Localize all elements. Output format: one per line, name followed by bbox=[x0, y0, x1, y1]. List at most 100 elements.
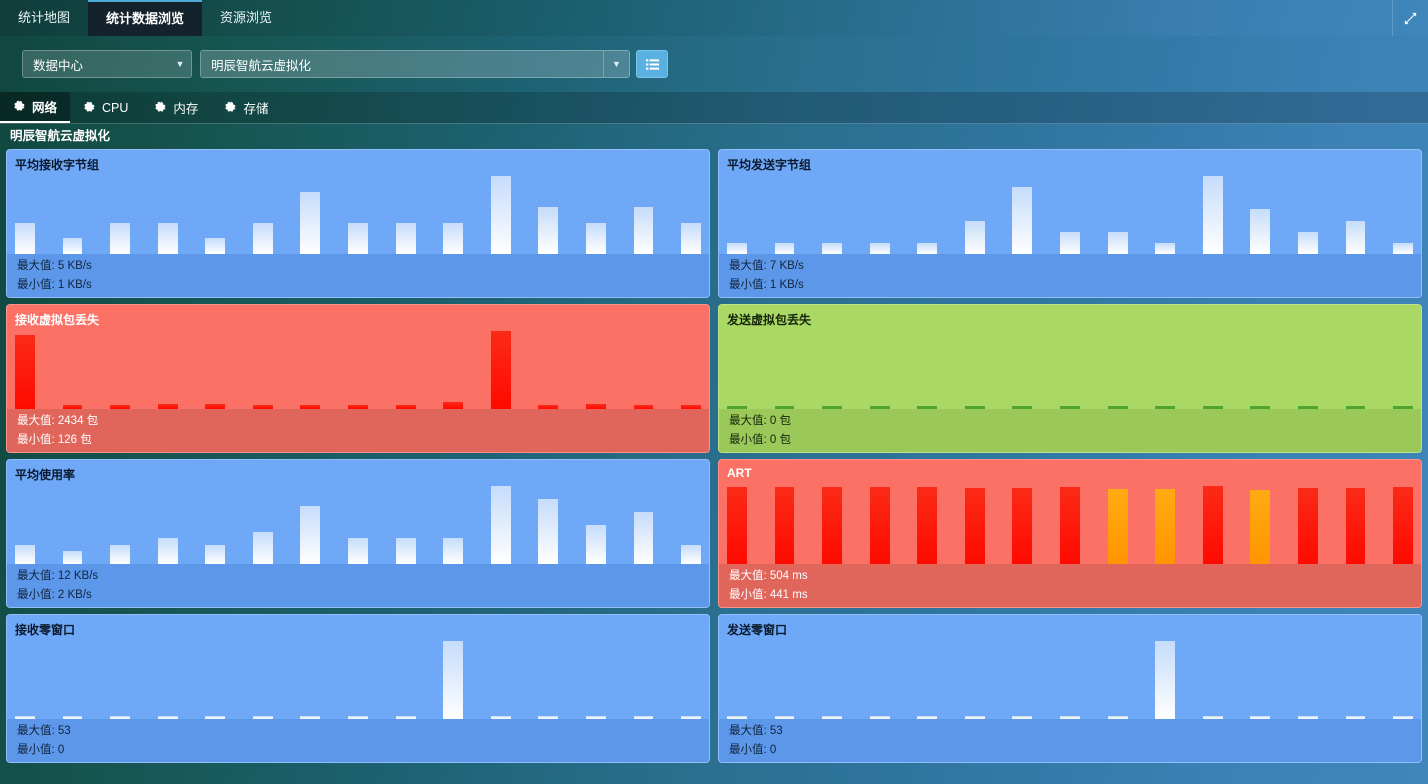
metric-panel-send-zero-window[interactable]: 发送零窗口 最大值: 53 最小值: 0 bbox=[718, 614, 1422, 763]
bar bbox=[681, 716, 701, 719]
bar-series-recv-virtual-packet-loss bbox=[15, 327, 701, 409]
bar bbox=[964, 716, 985, 719]
panel-title: 接收零窗口 bbox=[15, 623, 76, 637]
bar bbox=[443, 222, 464, 254]
chart-area-art: ART bbox=[719, 460, 1421, 564]
tab-metric-cpu-label: CPU bbox=[102, 100, 129, 115]
bar bbox=[490, 716, 511, 719]
bar bbox=[1012, 716, 1033, 719]
bar bbox=[774, 486, 795, 564]
bar bbox=[681, 222, 701, 254]
tab-metric-memory-label: 内存 bbox=[173, 102, 199, 116]
tab-metric-memory[interactable]: 内存 bbox=[141, 92, 211, 123]
chart-area-recv-virtual-packet-loss: 接收虚拟包丢失 bbox=[7, 305, 709, 409]
tab-metric-storage[interactable]: 存储 bbox=[211, 92, 281, 123]
metric-panel-avg-recv-bytes[interactable]: 平均接收字节组 最大值: 5 KB/s 最小值: 1 KB/s bbox=[6, 149, 710, 298]
bar bbox=[490, 331, 511, 409]
bar bbox=[1012, 187, 1033, 254]
list-view-icon[interactable] bbox=[636, 50, 668, 78]
metric-panel-recv-virtual-packet-loss[interactable]: 接收虚拟包丢失 最大值: 2434 包最小值: 126 包 bbox=[6, 304, 710, 453]
bar bbox=[252, 716, 273, 719]
panel-title: 平均使用率 bbox=[15, 468, 76, 482]
metric-panel-avg-usage-rate[interactable]: 平均使用率 最大值: 12 KB/s 最小值: 2 KB/s bbox=[6, 459, 710, 608]
min-value-label: 最小值: 0 bbox=[729, 744, 777, 756]
bar bbox=[1297, 716, 1318, 719]
bar bbox=[1345, 488, 1366, 564]
bar bbox=[633, 716, 654, 719]
min-value-label: 最小值: 0 bbox=[17, 744, 65, 756]
max-value-label: 最大值: 0 包 bbox=[729, 415, 791, 427]
bar bbox=[1155, 242, 1176, 254]
bar bbox=[774, 406, 795, 409]
tab-statistics-map[interactable]: 统计地图 bbox=[0, 0, 88, 36]
bar-series-avg-send-bytes bbox=[727, 172, 1413, 254]
bar bbox=[964, 406, 985, 409]
bar bbox=[1107, 406, 1128, 409]
bar bbox=[917, 406, 938, 409]
bar bbox=[1060, 231, 1080, 254]
bar bbox=[1155, 406, 1176, 409]
bar bbox=[443, 402, 464, 409]
bar bbox=[300, 191, 321, 254]
bar bbox=[348, 222, 368, 254]
bar bbox=[62, 551, 83, 564]
datacenter-dropdown[interactable]: 数据中心 ▼ bbox=[22, 50, 192, 78]
bar bbox=[917, 486, 938, 564]
tab-metric-cpu[interactable]: CPU bbox=[70, 92, 141, 123]
bar bbox=[1345, 716, 1366, 719]
bar bbox=[1202, 486, 1223, 564]
bar bbox=[157, 716, 178, 719]
chart-area-send-zero-window: 发送零窗口 bbox=[719, 615, 1421, 719]
object-dropdown[interactable]: 明辰智航云虚拟化 ▼ bbox=[200, 50, 630, 78]
max-value-label: 最大值: 2434 包 bbox=[17, 415, 99, 427]
chevron-down-icon: ▼ bbox=[175, 59, 185, 69]
max-value-label: 最大值: 5 KB/s bbox=[17, 260, 92, 272]
bar bbox=[681, 404, 701, 409]
metric-panel-art[interactable]: ART 最大值: 504 ms 最小值: 441 ms bbox=[718, 459, 1422, 608]
expand-diagonal-icon[interactable] bbox=[1392, 0, 1428, 36]
bar bbox=[110, 716, 131, 719]
bar bbox=[443, 538, 464, 564]
bar bbox=[1202, 176, 1223, 254]
tab-resource-browse[interactable]: 资源浏览 bbox=[202, 0, 290, 36]
metric-panel-avg-send-bytes[interactable]: 平均发送字节组 最大值: 7 KB/s 最小值: 1 KB/s bbox=[718, 149, 1422, 298]
bar bbox=[110, 404, 131, 409]
bar bbox=[1297, 488, 1318, 564]
tab-metric-network[interactable]: 网络 bbox=[0, 92, 71, 123]
bar bbox=[1345, 220, 1366, 254]
bar-series-avg-recv-bytes bbox=[15, 172, 701, 254]
chart-area-avg-recv-bytes: 平均接收字节组 bbox=[7, 150, 709, 254]
bar-series-send-virtual-packet-loss bbox=[727, 327, 1413, 409]
bar bbox=[727, 242, 747, 254]
bar bbox=[869, 406, 890, 409]
bar bbox=[1107, 231, 1128, 254]
bar bbox=[157, 222, 178, 254]
window-tab-bar: 统计地图 统计数据浏览 资源浏览 bbox=[0, 0, 1428, 36]
bar bbox=[15, 222, 35, 254]
bar bbox=[538, 404, 559, 409]
panel-title: 平均发送字节组 bbox=[727, 158, 812, 172]
bar bbox=[822, 716, 843, 719]
metric-panel-send-virtual-packet-loss[interactable]: 发送虚拟包丢失 最大值: 0 包最小值: 0 包 bbox=[718, 304, 1422, 453]
bar bbox=[633, 405, 654, 409]
bar bbox=[252, 222, 273, 254]
max-value-label: 最大值: 53 bbox=[17, 725, 71, 737]
tab-metric-network-label: 网络 bbox=[32, 101, 58, 115]
tab-statistics-data-browse[interactable]: 统计数据浏览 bbox=[88, 0, 203, 36]
bar bbox=[1012, 488, 1033, 564]
bar bbox=[1250, 406, 1271, 409]
bar bbox=[774, 242, 795, 254]
metric-panel-grid: 平均接收字节组 最大值: 5 KB/s 最小值: 1 KB/s 平均发送字节组 最大值:… bbox=[0, 149, 1428, 763]
bar bbox=[348, 538, 368, 564]
bar bbox=[633, 207, 654, 254]
gear-icon bbox=[83, 101, 96, 114]
bar bbox=[110, 222, 131, 254]
bar bbox=[1393, 406, 1413, 409]
bar bbox=[110, 544, 131, 564]
bar bbox=[917, 716, 938, 719]
bar bbox=[1393, 486, 1413, 564]
bar bbox=[1393, 242, 1413, 254]
metric-panel-recv-zero-window[interactable]: 接收零窗口最大值: 53 最小值: 0 bbox=[6, 614, 710, 763]
gear-icon bbox=[224, 101, 237, 114]
object-dropdown-value: 明辰智航云虚拟化 bbox=[211, 58, 312, 73]
